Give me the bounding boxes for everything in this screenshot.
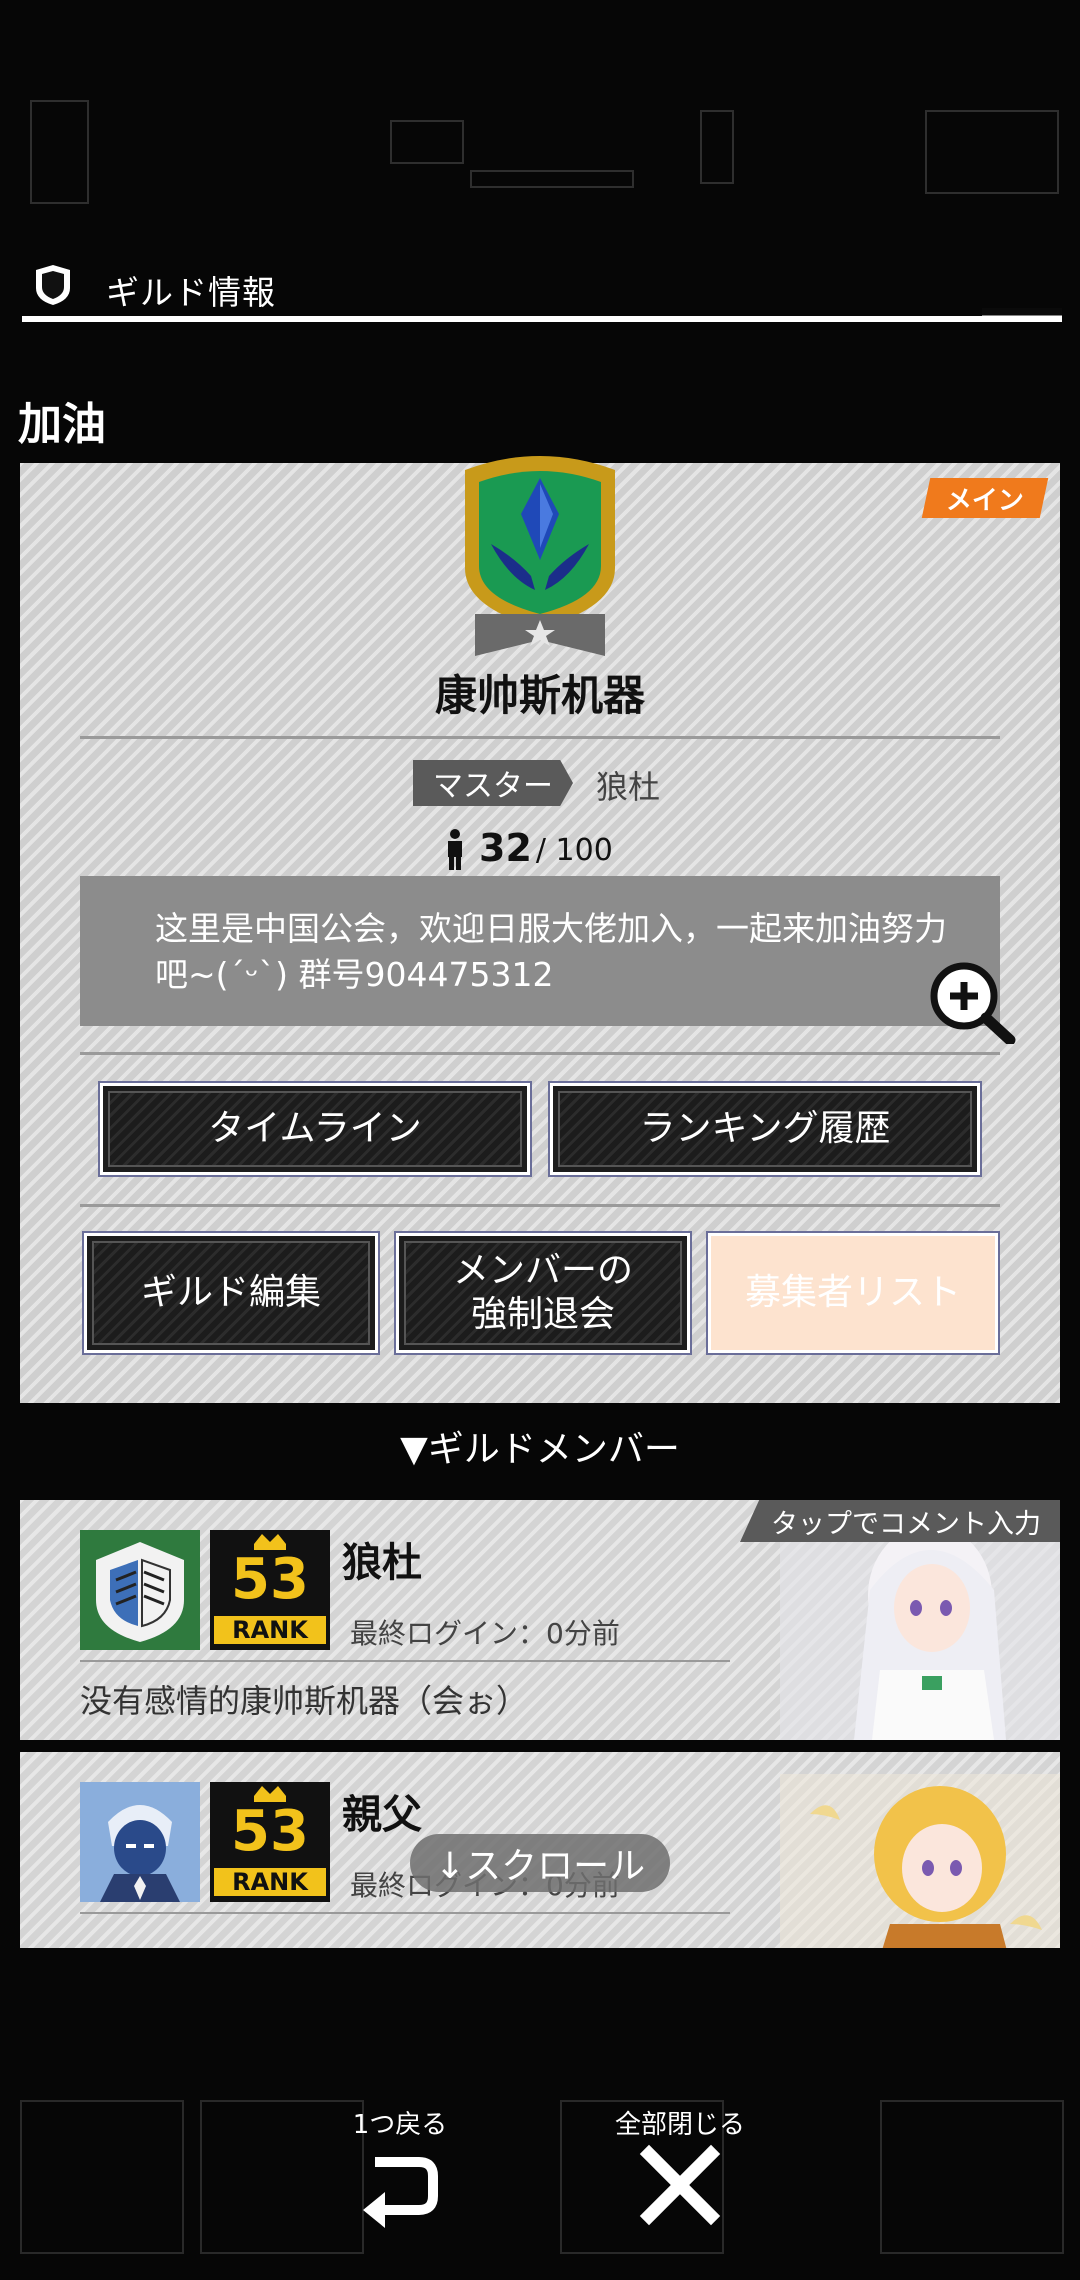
rank-value: 53 (231, 1799, 309, 1864)
guild-members-heading: ▼ギルドメンバー (400, 1429, 680, 1470)
force-leave-button-label: メンバーの 強制退会 (453, 1249, 633, 1337)
guild-edit-button[interactable]: ギルド編集 (84, 1233, 378, 1353)
member-comment: 没有感情的康帅斯机器（会ぉ） (80, 1682, 529, 1720)
scroll-hint: ↓スクロール (410, 1834, 670, 1892)
last-login: 最終ログイン：0分前 (350, 1617, 620, 1650)
timeline-button[interactable]: タイムライン (100, 1083, 530, 1175)
background-hud (0, 90, 1080, 220)
master-tag: マスター (413, 760, 573, 806)
member-name: 親父 (342, 1792, 422, 1838)
member-count-max: / 100 (535, 833, 613, 868)
shield-icon (36, 265, 70, 305)
ranking-history-button-label: ランキング履歴 (639, 1108, 891, 1149)
force-leave-line2: 強制退会 (470, 1294, 615, 1335)
card-divider (80, 1912, 730, 1914)
guild-edit-button-label: ギルド編集 (140, 1272, 321, 1313)
applicant-list-button-label: 募集者リスト (744, 1272, 961, 1313)
rank-value: 53 (231, 1547, 309, 1612)
rank-badge: 53 RANK (210, 1782, 330, 1902)
member-card[interactable]: タップでコメント入力 53 RANK 狼杜 最終ログイン：0分前 没有感情的康帅… (20, 1500, 1060, 1740)
guild-description-box: 这里是中国公会，欢迎日服大佬加入，一起来加油努力吧~(´ᵕ`) 群号904475… (80, 876, 1000, 1026)
member-avatar (80, 1782, 200, 1902)
guild-heading: 加油 (18, 399, 106, 450)
rank-badge: 53 RANK (210, 1530, 330, 1650)
header-underline-end (982, 308, 1062, 322)
back-label: 1つ戻る (352, 2110, 448, 2140)
member-name: 狼杜 (342, 1540, 422, 1586)
ranking-history-button[interactable]: ランキング履歴 (550, 1083, 980, 1175)
member-count: 32 / 100 (445, 820, 613, 870)
member-count-value: 32 (479, 826, 532, 870)
rank-label: RANK (214, 1868, 326, 1896)
divider (80, 1052, 1000, 1055)
applicant-list-button[interactable]: 募集者リスト (708, 1233, 998, 1353)
member-avatar (80, 1530, 200, 1650)
card-divider (80, 1660, 730, 1662)
force-leave-line1: メンバーの (452, 1250, 633, 1291)
master-name: 狼杜 (596, 768, 661, 806)
divider (80, 1204, 1000, 1207)
zoom-in-icon[interactable] (928, 960, 1016, 1044)
comment-input-tab[interactable]: タップでコメント入力 (740, 1500, 1060, 1542)
header-underline (22, 316, 982, 322)
rank-label: RANK (214, 1616, 326, 1644)
main-badge: メイン (921, 478, 1049, 518)
close-icon[interactable] (635, 2140, 725, 2230)
guild-name: 康帅斯机器 (434, 671, 645, 720)
back-arrow-icon[interactable] (355, 2140, 445, 2230)
background-nav-bar (0, 2080, 1080, 2280)
guild-description: 这里是中国公会，欢迎日服大佬加入，一起来加油努力吧~(´ᵕ`) 群号904475… (155, 909, 947, 994)
divider (80, 736, 1000, 739)
guild-emblem (465, 456, 615, 656)
timeline-button-label: タイムライン (208, 1108, 422, 1149)
guild-info-header: ギルド情報 (22, 260, 1062, 322)
character-portrait (780, 1774, 1060, 1948)
header-title: ギルド情報 (106, 273, 276, 312)
person-icon (448, 829, 462, 870)
main-badge-label: メイン (945, 485, 1024, 516)
close-all-label: 全部閉じる (614, 2110, 745, 2140)
force-leave-button[interactable]: メンバーの 強制退会 (396, 1233, 690, 1353)
